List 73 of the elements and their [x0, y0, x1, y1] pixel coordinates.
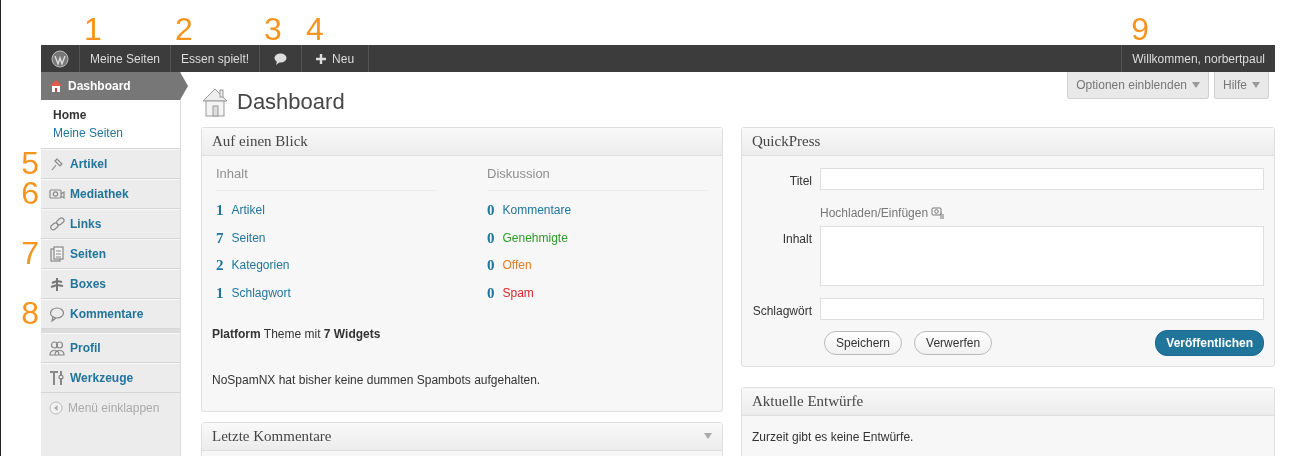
new-button[interactable]: Neu [302, 45, 370, 72]
sidebar-menu-item[interactable]: Profil [41, 333, 180, 363]
tab-button[interactable]: Hilfe [1214, 72, 1269, 99]
empty-drafts-text: Zurzeit gibt es keine Entwürfe. [751, 429, 915, 446]
field-label: Schlagwört [752, 303, 812, 320]
stat-link[interactable]: Schlagwort [231, 283, 291, 302]
callout-number: 5 [21, 147, 39, 179]
panel-title: Letzte Kommentare [212, 426, 332, 446]
sidebar-menu-item[interactable]: Links [41, 209, 180, 239]
speech-bubble-icon [274, 52, 288, 65]
title-field[interactable] [820, 168, 1264, 190]
stat-link[interactable]: Offen [502, 256, 532, 275]
sidebar-menu-item[interactable]: Boxes [41, 269, 180, 299]
column-heading: Diskussion [487, 164, 708, 191]
spam-info-text: NoSpamNX hat bisher keine dummen Spambots aufgehalten. [211, 371, 542, 389]
panel-title: Aktuelle Entwürfe [752, 392, 864, 412]
draft-button[interactable]: Verwerfen [914, 331, 993, 355]
stat-link[interactable]: Seiten [231, 228, 266, 247]
callout-number: 3 [264, 13, 282, 45]
field-label: Inhalt [781, 231, 812, 248]
speech-bubble-icon [49, 306, 65, 322]
panel-title: Auf einen Blick [212, 132, 308, 152]
publish-button[interactable]: Veröffentlichen [1155, 330, 1264, 356]
stat-link[interactable]: Kommentare [502, 201, 572, 220]
upload-link[interactable]: Hochladen/Einfügen [820, 204, 929, 222]
sidebar-menu-item[interactable]: Seiten [41, 239, 180, 269]
callout-number: 6 [21, 177, 39, 209]
tab-button[interactable]: Optionen einblenden [1067, 72, 1209, 99]
people-icon [49, 340, 65, 356]
plant-icon [49, 276, 65, 292]
stat-link[interactable]: Kategorien [231, 256, 290, 275]
plus-icon [316, 53, 327, 64]
submenu-link[interactable]: Meine Seiten [53, 124, 180, 142]
caret-icon [1252, 82, 1260, 88]
stat-link[interactable]: Genehmigte [502, 228, 568, 247]
panel-title: QuickPress [752, 132, 821, 152]
house-icon [49, 79, 63, 93]
callout-number: 1 [84, 13, 102, 45]
sidebar-menu-item[interactable]: Werkzeuge [41, 363, 180, 393]
field-label: Titel [788, 173, 812, 190]
theme-info-text: Platform Theme mit 7 Widgets [211, 325, 382, 343]
caret-icon [704, 433, 712, 439]
count-link[interactable]: 0 [487, 226, 495, 249]
chain-link-icon [49, 216, 65, 232]
count-link[interactable]: 2 [216, 254, 224, 277]
tags-field[interactable] [820, 298, 1264, 320]
callout-number: 4 [306, 13, 324, 45]
column-heading: Inhalt [216, 164, 437, 191]
stat-link[interactable]: Spam [502, 283, 534, 302]
callout-number: 7 [21, 237, 39, 269]
count-link[interactable]: 7 [216, 226, 224, 249]
callout-number: 2 [175, 13, 193, 45]
sidebar-menu-item[interactable]: Artikel [41, 149, 180, 179]
house-icon [201, 87, 229, 117]
page-title: Dashboard [237, 88, 345, 116]
count-link[interactable]: 0 [487, 281, 495, 304]
media-icon [931, 206, 946, 220]
submenu-link[interactable]: Home [53, 106, 180, 124]
callout-number: 8 [21, 297, 39, 329]
stat-link[interactable]: Artikel [231, 201, 265, 220]
callout-number: 9 [1131, 13, 1149, 45]
caret-icon [1192, 82, 1200, 88]
pages-icon [49, 246, 65, 262]
sidebar-menu-item[interactable]: Mediathek [41, 179, 180, 209]
count-link[interactable]: 1 [216, 199, 224, 222]
content-field[interactable] [820, 226, 1264, 286]
draft-button[interactable]: Speichern [824, 331, 903, 355]
count-link[interactable]: 0 [487, 199, 495, 222]
camera-icon [49, 186, 65, 202]
tools-icon [49, 370, 65, 386]
logo-icon [51, 49, 69, 68]
count-link[interactable]: 1 [216, 281, 224, 304]
count-link[interactable]: 0 [487, 254, 495, 277]
